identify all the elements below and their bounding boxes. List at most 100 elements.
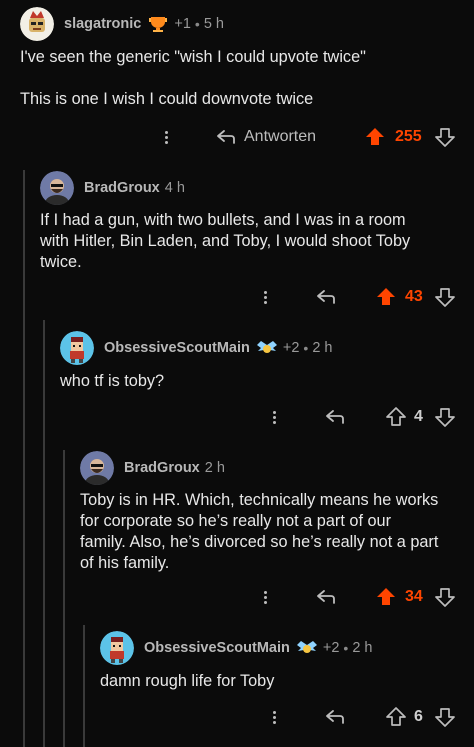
downvote-button[interactable] [435,582,455,612]
avatar[interactable] [100,631,134,665]
award-count: +2 [322,640,340,656]
upvote-button[interactable] [376,582,396,612]
avatar[interactable] [20,7,54,41]
avatar[interactable] [60,331,94,365]
upvote-button[interactable] [376,282,396,312]
comment-body: damn rough life for Toby [100,671,274,692]
downvote-button[interactable] [435,702,455,732]
comment-body: If I had a gun, with two bullets, and I … [40,210,410,273]
more-options-button[interactable] [264,282,270,312]
reply-arrow-icon [317,290,335,304]
comment-actions: 6 [0,702,474,732]
avatar-image [60,331,94,365]
reply-label: Antworten [244,128,317,145]
avatar-image [100,631,134,665]
reply-arrow-icon [326,710,344,724]
downvote-button[interactable] [435,282,455,312]
author-name[interactable]: BradGroux [84,180,160,196]
vote-score: 34 [405,588,423,605]
timestamp: 2 h [352,640,373,656]
avatar-image [20,7,54,41]
comment-line: family. Also, he’s divorced so he’s real… [80,533,439,551]
avatar-image [80,451,114,485]
comment-actions: 43 [0,282,474,312]
timestamp: 2 h [204,460,225,476]
upvote-arrow-icon [386,407,406,426]
avatar[interactable] [40,171,74,205]
downvote-arrow-icon [435,708,455,727]
reply-arrow-icon [326,410,344,424]
reply-button[interactable] [316,582,336,612]
avatar-image [40,171,74,205]
comment-header: ObsessiveScoutMain +2 • 2 h [100,631,372,665]
upvote-arrow-icon [386,707,406,726]
upvote-button[interactable] [365,122,385,152]
upvote-button[interactable] [386,702,406,732]
downvote-arrow-icon [435,408,455,427]
timestamp: 4 h [164,180,185,196]
separator-dot: • [194,16,200,32]
comment-line: of his family. [80,554,170,572]
comment-header: ObsessiveScoutMain +2 • 2 h [60,331,332,365]
comment-body: I've seen the generic "wish I could upvo… [20,47,366,110]
trophy-badge-icon [149,17,168,32]
author-name[interactable]: BradGroux [124,460,200,476]
downvote-arrow-icon [435,128,455,147]
reply-arrow-icon [317,590,335,604]
wings-badge-icon [256,341,277,353]
vote-score: 4 [414,408,423,425]
comment-header: BradGroux 4 h [40,171,185,205]
downvote-arrow-icon [435,288,455,307]
more-vertical-icon [273,409,279,426]
upvote-arrow-icon [366,128,384,145]
more-options-button[interactable] [165,122,171,152]
comment-line: I've seen the generic "wish I could upvo… [20,48,366,66]
reply-button[interactable]: Antworten [216,122,316,152]
comment-actions: Antworten 255 [0,122,474,152]
comment-line [20,68,366,89]
upvote-arrow-icon [377,588,395,605]
reply-button[interactable] [316,282,336,312]
comment-line: for corporate so he’s really not a part … [80,512,392,530]
comment-header: slagatronic +1 • 5 h [20,7,224,41]
vote-score: 43 [405,288,423,305]
author-name[interactable]: ObsessiveScoutMain [104,340,250,356]
comment-actions: 4 [0,402,474,432]
downvote-button[interactable] [435,122,455,152]
author-name[interactable]: ObsessiveScoutMain [144,640,290,656]
reply-button[interactable] [325,402,345,432]
timestamp: 2 h [312,340,333,356]
avatar[interactable] [80,451,114,485]
award-count: +1 [174,16,191,32]
separator-dot: • [343,640,349,656]
comment-body: Toby is in HR. Which, technically means … [80,490,438,574]
vote-score: 255 [395,128,422,145]
timestamp: 5 h [203,16,224,32]
reply-button[interactable] [325,702,345,732]
more-vertical-icon [264,589,270,606]
author-name[interactable]: slagatronic [64,16,141,32]
award-count: +2 [282,340,300,356]
thread-line-level-1 [23,170,25,747]
reply-arrow-icon [217,130,235,144]
thread-line-level-2 [43,320,45,747]
downvote-button[interactable] [435,402,455,432]
comment-line: twice. [40,253,82,271]
comment-line: This is one I wish I could downvote twic… [20,90,314,108]
more-vertical-icon [264,289,270,306]
comment-line: damn rough life for Toby [100,672,275,690]
comment-header: BradGroux 2 h [80,451,225,485]
comment-body: who tf is toby? [60,371,164,392]
more-options-button[interactable] [264,582,270,612]
wings-badge-icon [296,641,317,653]
upvote-button[interactable] [386,402,406,432]
comment-actions: 34 [0,582,474,612]
comment-line: Toby is in HR. Which, technically means … [80,491,439,509]
more-vertical-icon [165,129,171,146]
vote-score: 6 [414,708,423,725]
downvote-arrow-icon [435,588,455,607]
more-options-button[interactable] [273,402,279,432]
upvote-arrow-icon [377,288,395,305]
more-options-button[interactable] [273,702,279,732]
separator-dot: • [303,340,309,356]
